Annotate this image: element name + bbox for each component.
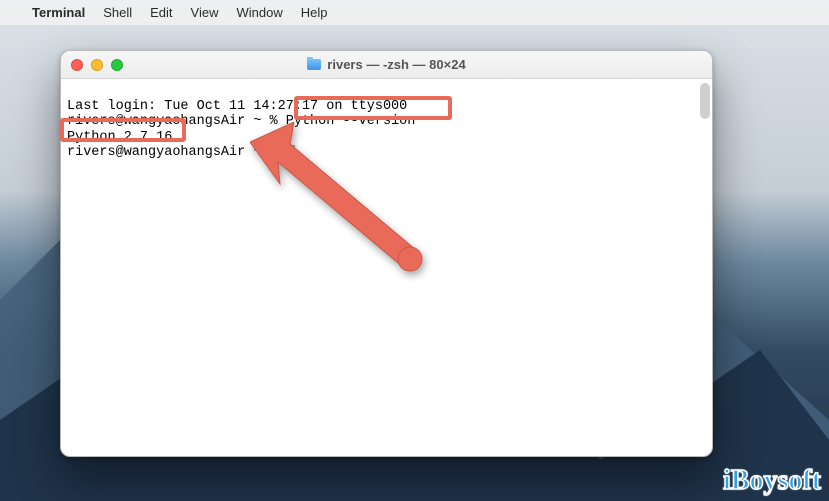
menubar-item-view[interactable]: View: [191, 5, 219, 20]
zoom-icon[interactable]: [111, 59, 123, 71]
window-titlebar[interactable]: rivers — -zsh — 80×24: [61, 51, 712, 79]
scrollbar-thumb[interactable]: [700, 83, 710, 119]
traffic-lights: [71, 59, 123, 71]
prompt-line-2: rivers@wangyaohangsAir ~ %: [67, 145, 295, 160]
watermark-logo: iBoysoft: [723, 465, 821, 497]
menubar-item-help[interactable]: Help: [301, 5, 328, 20]
window-title: rivers — -zsh — 80×24: [61, 57, 712, 72]
cursor-icon: [287, 145, 295, 160]
prompt-line-1: rivers@wangyaohangsAir ~ % Python --vers…: [67, 114, 415, 129]
menubar-item-window[interactable]: Window: [237, 5, 283, 20]
menubar-item-shell[interactable]: Shell: [103, 5, 132, 20]
folder-icon: [307, 59, 321, 70]
terminal-content[interactable]: Last login: Tue Oct 11 14:27:17 on ttys0…: [61, 79, 712, 456]
window-title-text: rivers — -zsh — 80×24: [327, 57, 465, 72]
macos-menubar: Terminal Shell Edit View Window Help: [0, 0, 829, 26]
last-login-line: Last login: Tue Oct 11 14:27:17 on ttys0…: [67, 99, 407, 114]
terminal-window: rivers — -zsh — 80×24 Last login: Tue Oc…: [60, 50, 713, 457]
command-output: Python 2.7.16: [67, 130, 172, 145]
menubar-app-name[interactable]: Terminal: [32, 5, 85, 20]
typed-command: Python --version: [286, 114, 416, 129]
minimize-icon[interactable]: [91, 59, 103, 71]
close-icon[interactable]: [71, 59, 83, 71]
menubar-item-edit[interactable]: Edit: [150, 5, 172, 20]
